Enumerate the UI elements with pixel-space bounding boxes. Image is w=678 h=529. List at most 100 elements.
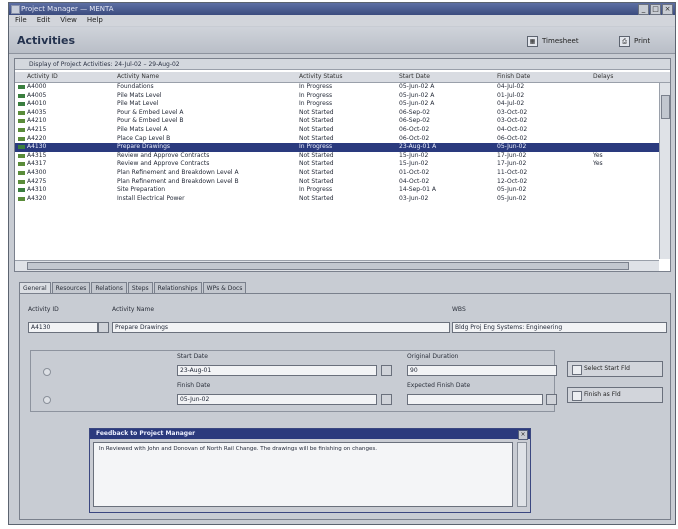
table-cell: 04-Jul-02 xyxy=(497,83,525,90)
activity-id-dropdown-button[interactable] xyxy=(98,322,109,333)
table-cell: Place Cap Level B xyxy=(117,134,171,142)
activity-bar-icon xyxy=(18,110,25,115)
table-cell: 17-Jun-02 xyxy=(497,151,527,159)
table-cell: A4005 xyxy=(27,91,47,99)
table-cell: Not Started xyxy=(299,194,334,202)
table-cell: In Progress xyxy=(299,186,333,194)
table-cell: In Progress xyxy=(299,91,333,99)
table-row[interactable]: A4320 Install Electrical Power Not Started… xyxy=(15,195,659,204)
expected-finish-picker-button[interactable] xyxy=(546,394,557,405)
print-button[interactable]: ⎙ Print xyxy=(619,34,650,48)
table-cell: 03-Oct-02 xyxy=(497,117,528,125)
activity-bar-icon xyxy=(18,127,25,132)
col-header-delays[interactable]: Delays xyxy=(593,72,613,82)
close-button[interactable]: × xyxy=(662,4,673,15)
col-header-name[interactable]: Activity Name xyxy=(117,72,159,82)
table-cell: Pile Mats Level xyxy=(117,91,162,99)
timesheet-button[interactable]: ▦ Timesheet xyxy=(527,34,579,48)
table-row[interactable]: A4317 Review and Approve Contracts Not Sta… xyxy=(15,160,659,169)
activity-bar-icon xyxy=(18,136,25,141)
table-cell: Review and Approve Contracts xyxy=(117,151,210,159)
finish-date-picker-button[interactable] xyxy=(381,394,392,405)
menu-edit[interactable]: Edit xyxy=(37,15,51,26)
table-row[interactable]: A4300 Plan Refinement and Breakdown Level… xyxy=(15,169,659,178)
minimize-button[interactable]: _ xyxy=(638,4,649,15)
feedback-title: Feedback to Project Manager xyxy=(90,429,530,439)
start-date-picker-button[interactable] xyxy=(381,365,392,376)
wbs-label: WBS xyxy=(452,306,466,313)
table-cell: A4000 xyxy=(27,83,47,90)
activity-bar-icon xyxy=(18,93,25,98)
table-cell: A4275 xyxy=(27,177,47,185)
finish-as-field-label: Finish as Fld xyxy=(584,391,621,398)
start-date-label: Start Date xyxy=(177,353,208,360)
table-row[interactable]: A4035 Pour & Embed Level A Not Started 06-S… xyxy=(15,109,659,118)
table-cell: A4210 xyxy=(27,117,47,125)
menu-view[interactable]: View xyxy=(60,15,77,26)
table-row[interactable]: A4210 Pour & Embed Level B Not Started 06-S… xyxy=(15,117,659,126)
table-cell: A4130 xyxy=(27,143,47,151)
finish-date-radio[interactable] xyxy=(43,396,51,404)
finish-date-label: Finish Date xyxy=(177,382,211,389)
table-cell: A4317 xyxy=(27,160,47,168)
table-row[interactable]: A4000 Foundations In Progress 05-Jun-02 A 04… xyxy=(15,83,659,92)
table-cell: 06-Oct-02 xyxy=(497,134,528,142)
grid-rows: A4000 Foundations In Progress 05-Jun-02 A 04… xyxy=(15,83,659,203)
table-row[interactable]: A4275 Plan Refinement and Breakdown Level… xyxy=(15,178,659,187)
feedback-text-area[interactable]: In Reviewed with John and Donovan of Nor… xyxy=(93,442,513,507)
table-cell: 01-Jul-02 xyxy=(497,91,525,99)
table-cell: Review and Approve Contracts xyxy=(117,160,210,168)
menu-file[interactable]: File xyxy=(15,15,27,26)
table-cell: A4315 xyxy=(27,151,47,159)
table-row[interactable]: A4220 Place Cap Level B Not Started 06-Oct-… xyxy=(15,135,659,144)
expected-finish-field[interactable] xyxy=(407,394,543,405)
activity-name-label: Activity Name xyxy=(112,306,155,313)
col-header-id[interactable]: Activity ID xyxy=(27,72,58,82)
window-title: Project Manager — MENTA xyxy=(21,5,114,13)
scroll-thumb[interactable] xyxy=(661,95,670,119)
table-cell: Yes xyxy=(593,151,603,159)
table-cell: Not Started xyxy=(299,168,334,176)
select-start-field-label: Select Start Fld xyxy=(584,365,630,372)
feedback-scrollbar[interactable] xyxy=(517,442,527,507)
table-row[interactable]: A4215 Pile Mats Level A Not Started 06-Oct-… xyxy=(15,126,659,135)
table-cell: 06-Sep-02 xyxy=(399,117,430,125)
col-header-start[interactable]: Start Date xyxy=(399,72,430,82)
maximize-button[interactable]: □ xyxy=(650,4,661,15)
finish-date-field[interactable]: 05-Jun-02 xyxy=(177,394,377,405)
finish-as-field-button[interactable]: Finish as Fld xyxy=(567,387,663,403)
table-cell: 06-Sep-02 xyxy=(399,108,430,116)
table-cell: A4320 xyxy=(27,194,47,202)
grid-section-label: Display of Project Activities: 24-Jul-02… xyxy=(15,59,670,70)
table-row[interactable]: A4130 Prepare Drawings In Progress 23-Aug-0… xyxy=(15,143,659,152)
page-title: Activities xyxy=(17,34,76,47)
horizontal-scrollbar[interactable] xyxy=(15,260,659,271)
column-header-row: Activity ID Activity Name Activity Statu… xyxy=(15,72,670,83)
activity-id-field[interactable]: A4130 xyxy=(28,322,98,333)
col-header-finish[interactable]: Finish Date xyxy=(497,72,530,82)
menu-bar: File Edit View Help xyxy=(9,15,675,26)
original-duration-field[interactable]: 90 xyxy=(407,365,557,376)
select-start-field-button[interactable]: Select Start Fld xyxy=(567,361,663,377)
activity-name-field[interactable]: Prepare Drawings xyxy=(112,322,450,333)
table-cell: Plan Refinement and Breakdown Level A xyxy=(117,168,239,176)
scroll-thumb-horizontal[interactable] xyxy=(27,262,629,270)
print-label: Print xyxy=(634,37,651,45)
table-row[interactable]: A4010 Pile Mat Level In Progress 05-Jun-02 … xyxy=(15,100,659,109)
start-date-radio[interactable] xyxy=(43,368,51,376)
table-row[interactable]: A4005 Pile Mats Level In Progress 05-Jun-02… xyxy=(15,92,659,101)
table-cell: 05-Jun-02 xyxy=(497,143,527,151)
table-cell: Not Started xyxy=(299,160,334,168)
table-cell: 15-Jun-02 xyxy=(399,160,429,168)
wbs-field[interactable]: Bldg Proj Eng Systems: Engineering xyxy=(452,322,667,333)
feedback-dialog: Feedback to Project Manager × In Reviewe… xyxy=(89,428,531,513)
col-header-status[interactable]: Activity Status xyxy=(299,72,342,82)
app-icon xyxy=(11,5,20,14)
vertical-scrollbar[interactable] xyxy=(659,83,670,259)
feedback-close-button[interactable]: × xyxy=(518,430,528,440)
menu-help[interactable]: Help xyxy=(87,15,103,26)
table-row[interactable]: A4315 Review and Approve Contracts Not Sta… xyxy=(15,152,659,161)
start-date-field[interactable]: 23-Aug-01 xyxy=(177,365,377,376)
table-cell: A4310 xyxy=(27,186,47,194)
table-row[interactable]: A4310 Site Preparation In Progress 14-Sep-0… xyxy=(15,186,659,195)
